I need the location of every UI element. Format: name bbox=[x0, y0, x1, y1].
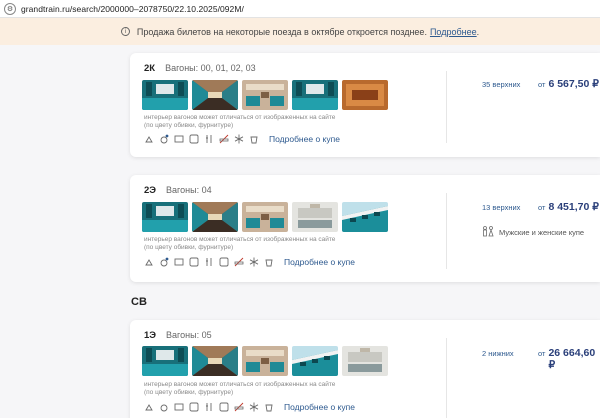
info-banner: i Продажа билетов на некоторые поезда в … bbox=[0, 18, 600, 45]
price-value[interactable]: 6 567,50 ₽ bbox=[548, 78, 598, 90]
car-photo[interactable] bbox=[342, 202, 388, 232]
interior-disclaimer: интерьер вагонов может отличаться от изо… bbox=[144, 381, 336, 396]
photo-gallery bbox=[142, 346, 392, 376]
car-photo[interactable] bbox=[242, 346, 288, 376]
price-prefix: от bbox=[538, 80, 546, 89]
amenities-row: Подробнее о купе bbox=[144, 257, 355, 267]
price-value[interactable]: 26 664,60 ₽ bbox=[548, 347, 600, 371]
available-seats: 2 нижних bbox=[482, 349, 514, 358]
tv-icon[interactable] bbox=[174, 134, 184, 144]
gender-label: Мужские и женские купе bbox=[499, 228, 585, 237]
banner-text: Продажа билетов на некоторые поезда в ок… bbox=[136, 26, 427, 37]
price-block[interactable]: от 26 664,60 ₽ bbox=[538, 347, 600, 371]
car-photo[interactable] bbox=[292, 346, 338, 376]
pet-icon[interactable] bbox=[159, 402, 169, 412]
info-icon: i bbox=[120, 27, 130, 36]
car-class: 2К bbox=[144, 63, 156, 74]
car-photo[interactable] bbox=[292, 202, 338, 232]
socket-icon[interactable] bbox=[219, 402, 229, 412]
price-block[interactable]: от 6 567,50 ₽ bbox=[538, 78, 599, 90]
no-smoking-icon[interactable] bbox=[234, 402, 244, 412]
hanger-icon[interactable] bbox=[144, 402, 154, 412]
car-photo[interactable] bbox=[242, 80, 288, 110]
card-divider bbox=[446, 193, 447, 269]
car-card-1e: 1Э Вагоны: 05 интерьер вагонов может отл… bbox=[130, 320, 600, 418]
price-value[interactable]: 8 451,70 ₽ bbox=[548, 201, 598, 213]
site-settings-icon[interactable]: ⚙ bbox=[4, 2, 16, 15]
card-divider bbox=[446, 71, 447, 143]
car-photo[interactable] bbox=[192, 346, 238, 376]
photo-gallery bbox=[142, 80, 392, 110]
car-photo[interactable] bbox=[242, 202, 288, 232]
car-class: 1Э bbox=[144, 330, 157, 341]
food-icon[interactable] bbox=[204, 402, 214, 412]
no-smoking-icon[interactable] bbox=[219, 134, 229, 144]
car-photo[interactable] bbox=[342, 80, 388, 110]
ac-snowflake-icon[interactable] bbox=[249, 257, 259, 267]
car-photo[interactable] bbox=[142, 202, 188, 232]
car-photo[interactable] bbox=[192, 202, 238, 232]
address-url[interactable]: grandtrain.ru/search/2000000–2078750/22.… bbox=[21, 4, 244, 14]
tv-icon[interactable] bbox=[174, 257, 184, 267]
card-header: 2Э Вагоны: 04 bbox=[144, 185, 212, 196]
hanger-icon[interactable] bbox=[144, 134, 154, 144]
gender-info: Мужские и женские купе bbox=[482, 226, 584, 239]
compartment-details-link[interactable]: Подробнее о купе bbox=[284, 402, 355, 412]
ac-snowflake-icon[interactable] bbox=[249, 402, 259, 412]
amenities-row: Подробнее о купе bbox=[144, 402, 355, 412]
male-female-icon bbox=[482, 226, 494, 239]
hanger-icon[interactable] bbox=[144, 257, 154, 267]
available-seats: 13 верхних bbox=[482, 203, 521, 212]
car-card-2k: 2К Вагоны: 00, 01, 02, 03 интерьер вагон… bbox=[130, 53, 600, 157]
food-icon[interactable] bbox=[204, 134, 214, 144]
banner-more-link[interactable]: Подробнее bbox=[430, 27, 477, 37]
section-heading-sv: СВ bbox=[131, 296, 147, 308]
hygiene-kit-icon[interactable] bbox=[249, 134, 259, 144]
car-photo[interactable] bbox=[342, 346, 388, 376]
banner-period: . bbox=[476, 26, 480, 37]
tv-icon[interactable] bbox=[174, 402, 184, 412]
no-smoking-icon[interactable] bbox=[234, 257, 244, 267]
card-divider bbox=[446, 338, 447, 418]
amenities-row: Подробнее о купе bbox=[144, 134, 340, 144]
car-photo[interactable] bbox=[142, 346, 188, 376]
car-class: 2Э bbox=[144, 185, 157, 196]
socket-icon[interactable] bbox=[219, 257, 229, 267]
card-header: 1Э Вагоны: 05 bbox=[144, 330, 212, 341]
photo-gallery bbox=[142, 202, 392, 232]
ac-snowflake-icon[interactable] bbox=[234, 134, 244, 144]
compartment-details-link[interactable]: Подробнее о купе bbox=[284, 257, 355, 267]
car-card-2e: 2Э Вагоны: 04 интерьер вагонов может отл… bbox=[130, 175, 600, 282]
car-photo[interactable] bbox=[142, 80, 188, 110]
price-prefix: от bbox=[538, 349, 546, 358]
pet-icon[interactable] bbox=[159, 257, 169, 267]
available-seats: 35 верхних bbox=[482, 80, 521, 89]
price-prefix: от bbox=[538, 203, 546, 212]
browser-address-bar[interactable]: ⚙ grandtrain.ru/search/2000000–2078750/2… bbox=[0, 0, 600, 18]
card-header: 2К Вагоны: 00, 01, 02, 03 bbox=[144, 63, 256, 74]
price-block[interactable]: от 8 451,70 ₽ bbox=[538, 201, 599, 213]
car-photo[interactable] bbox=[292, 80, 338, 110]
shower-icon[interactable] bbox=[189, 257, 199, 267]
wagon-numbers: Вагоны: 04 bbox=[166, 185, 212, 195]
wagon-numbers: Вагоны: 00, 01, 02, 03 bbox=[165, 63, 256, 73]
compartment-details-link[interactable]: Подробнее о купе bbox=[269, 134, 340, 144]
interior-disclaimer: интерьер вагонов может отличаться от изо… bbox=[144, 114, 336, 129]
car-photo[interactable] bbox=[192, 80, 238, 110]
wagon-numbers: Вагоны: 05 bbox=[166, 330, 212, 340]
shower-icon[interactable] bbox=[189, 402, 199, 412]
interior-disclaimer: интерьер вагонов может отличаться от изо… bbox=[144, 236, 336, 251]
hygiene-kit-icon[interactable] bbox=[264, 402, 274, 412]
hygiene-kit-icon[interactable] bbox=[264, 257, 274, 267]
pet-icon[interactable] bbox=[159, 134, 169, 144]
socket-icon[interactable] bbox=[189, 134, 199, 144]
food-icon[interactable] bbox=[204, 257, 214, 267]
